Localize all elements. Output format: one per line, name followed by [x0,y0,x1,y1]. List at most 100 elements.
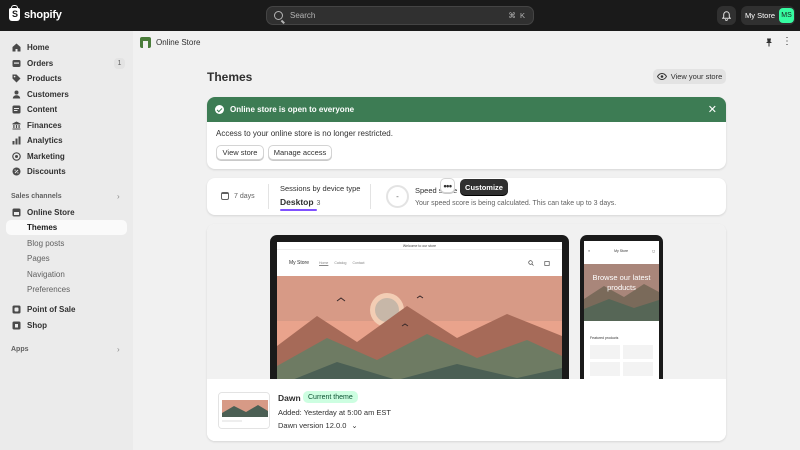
sidebar-item-home[interactable]: Home [6,40,127,55]
calendar-icon [221,192,229,200]
sidebar-item-point-of-sale[interactable]: Point of Sale [6,302,127,317]
content-icon [12,105,21,114]
active-tab-indicator [280,209,317,211]
sidebar-item-analytics[interactable]: Analytics [6,133,127,148]
sidebar-item-online-store[interactable]: Online Store [6,205,127,220]
sessions-device: Desktop [280,197,314,207]
search-icon [528,260,534,266]
banner-message: Access to your online store is no longer… [216,129,393,138]
product-tile [590,345,620,359]
sidebar-item-label: Marketing [27,152,65,161]
sidebar-item-customers[interactable]: Customers [6,87,127,102]
sidebar-item-label: Blog posts [27,239,65,248]
sidebar-item-products[interactable]: Products [6,71,127,86]
announcement-bar: Welcome to our store [277,242,562,250]
sidebar-item-pages[interactable]: Pages [6,251,127,266]
breadcrumb[interactable]: Online Store [140,37,200,48]
shopify-logo[interactable]: S shopify [9,5,62,21]
breadcrumb-label: Online Store [156,38,201,47]
sidebar-item-blog-posts[interactable]: Blog posts [6,236,127,251]
mobile-preview: ≡ My Store ◻ Browse our latest products … [580,235,663,379]
orders-count-badge: 1 [114,58,125,69]
sidebar-item-label: Themes [27,223,58,232]
sidebar-item-marketing[interactable]: Marketing [6,149,127,164]
store-name: My Store [745,11,776,20]
pin-icon[interactable] [765,38,773,49]
desktop-screen: Welcome to our store My Store Home Catal… [277,242,562,379]
sidebar-item-preferences[interactable]: Preferences [6,282,127,297]
orders-icon [12,59,21,68]
chevron-right-icon[interactable]: › [117,345,120,354]
chevron-down-icon: ⌄ [351,421,358,430]
apps-heading[interactable]: Apps [11,346,29,353]
sales-channels-heading[interactable]: Sales channels [11,193,62,200]
site-name: My Store [289,260,310,266]
menu-icon: ≡ [588,248,591,253]
target-icon [12,152,21,161]
cart-icon: ◻ [652,248,655,253]
theme-added-date: Added: Yesterday at 5:00 am EST [278,408,391,417]
sidebar-item-label: Home [27,43,50,52]
sidebar-item-label: Finances [27,121,62,130]
view-your-store-button[interactable]: View your store [653,69,726,84]
shop-icon [12,321,21,330]
sidebar-item-label: Point of Sale [27,305,76,314]
featured-products-grid [590,345,653,376]
close-icon[interactable]: ✕ [708,103,717,116]
search-icon [274,11,283,20]
online-store-icon [140,37,151,48]
view-your-store-label: View your store [670,72,723,81]
sidebar-item-orders[interactable]: Orders 1 [6,56,127,71]
cart-icon [544,261,550,266]
current-theme-badge: Current theme [303,391,358,403]
pos-icon [12,305,21,314]
notifications-button[interactable] [717,6,736,25]
bank-icon [12,121,21,130]
date-range-selector[interactable]: 7 days [221,192,255,200]
sidebar-item-themes[interactable]: Themes [6,220,127,235]
sessions-value[interactable]: Desktop 3 [280,197,320,207]
sidebar-item-label: Content [27,105,58,114]
search-shortcut: ⌘ K [508,11,526,20]
product-tile [623,362,653,376]
theme-info-row: Dawn Current theme Added: Yesterday at 5… [207,379,726,441]
banner-title: Online store is open to everyone [230,105,355,114]
divider [268,184,269,209]
more-options-icon[interactable]: ⋮ [782,36,792,47]
speed-score-description: Your speed score is being calculated. Th… [415,200,617,207]
sidebar-item-label: Navigation [27,270,65,279]
sidebar-item-label: Shop [27,321,47,330]
customize-button[interactable]: Customize [460,179,508,195]
theme-preview[interactable]: Welcome to our store My Store Home Catal… [207,224,726,379]
theme-thumbnail-image [219,393,269,428]
sidebar-item-finances[interactable]: Finances [6,118,127,133]
sidebar-item-label: Discounts [27,167,66,176]
site-nav-item: Catalog [334,261,347,265]
sidebar-item-content[interactable]: Content [6,102,127,117]
chart-icon [12,136,21,145]
theme-thumbnail [218,392,270,429]
sidebar-item-shop[interactable]: Shop [6,318,127,333]
divider [370,184,371,209]
chevron-right-icon[interactable]: › [117,192,120,201]
tag-icon [12,74,21,83]
sidebar-item-label: Products [27,74,62,83]
search-bar[interactable]: Search ⌘ K [266,6,534,25]
manage-access-button[interactable]: Manage access [268,145,332,160]
sidebar-item-navigation[interactable]: Navigation [6,267,127,282]
check-circle-icon [215,105,224,114]
site-nav-item: Contact [352,261,365,265]
sessions-label: Sessions by device type [280,184,361,193]
sidebar-item-discounts[interactable]: Discounts [6,164,127,179]
store-menu-button[interactable]: My Store MS [741,6,795,25]
sidebar-item-label: Orders [27,59,54,68]
eye-icon [656,73,667,80]
date-range-label: 7 days [234,192,255,200]
view-store-button[interactable]: View store [216,145,264,160]
hero-illustration [277,276,562,379]
theme-actions-button[interactable]: ••• [440,178,455,193]
theme-version[interactable]: Dawn version 12.0.0 ⌄ [278,421,358,430]
speed-score-gauge: - [386,185,409,208]
home-icon [12,43,21,52]
theme-name: Dawn [278,393,301,403]
